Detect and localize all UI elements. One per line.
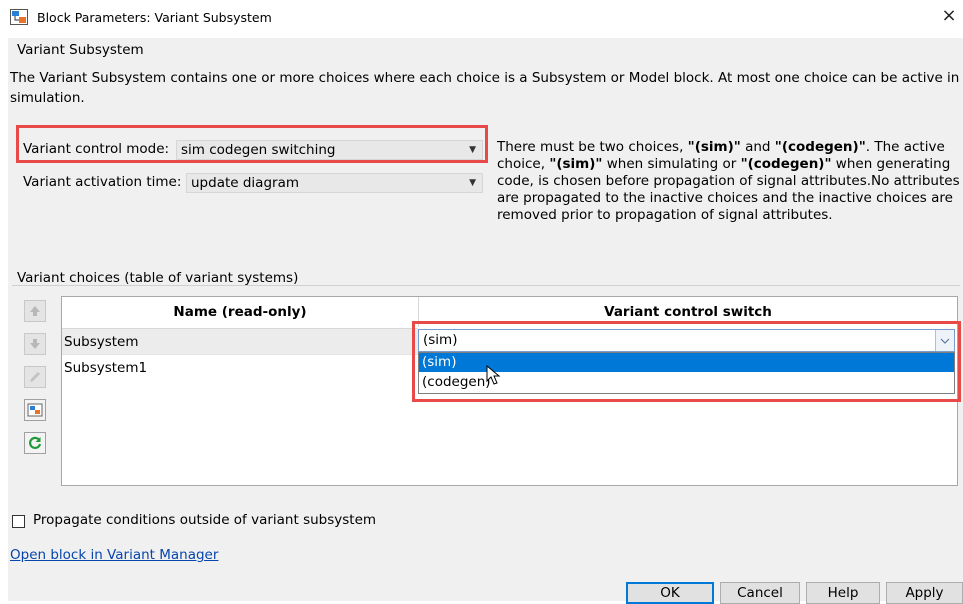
- propagate-conditions-checkbox[interactable]: [12, 515, 25, 528]
- window-title: Block Parameters: Variant Subsystem: [37, 10, 272, 25]
- divider: [12, 285, 960, 286]
- variant-manager-link[interactable]: Open block in Variant Manager: [10, 547, 218, 563]
- propagate-conditions-label[interactable]: Propagate conditions outside of variant …: [33, 512, 376, 528]
- table-row-name[interactable]: Subsystem: [62, 328, 418, 354]
- column-header-name[interactable]: Name (read-only): [62, 297, 419, 327]
- group-description: The Variant Subsystem contains one or mo…: [10, 70, 960, 106]
- choices-title: Variant choices (table of variant system…: [17, 270, 299, 286]
- move-down-icon: [30, 339, 40, 349]
- add-subsystem-button[interactable]: [24, 399, 46, 421]
- highlight-box-control-switch: [412, 321, 961, 402]
- mode-info-text: There must be two choices, "(sim)" and "…: [497, 139, 960, 223]
- move-up-button[interactable]: [24, 300, 46, 322]
- variant-activation-time-select[interactable]: update diagram ▼: [186, 173, 483, 193]
- edit-button[interactable]: [24, 366, 46, 388]
- move-down-button[interactable]: [24, 333, 46, 355]
- add-subsystem-icon: [27, 403, 43, 417]
- refresh-icon: [29, 436, 42, 449]
- move-up-icon: [30, 306, 40, 316]
- highlight-box-control-mode: [16, 125, 488, 163]
- table-row-name[interactable]: Subsystem1: [62, 354, 418, 380]
- variant-activation-time-label: Variant activation time:: [23, 174, 182, 190]
- edit-icon: [30, 372, 40, 382]
- group-title: Variant Subsystem: [17, 42, 144, 58]
- variant-activation-time-value: update diagram: [191, 175, 299, 191]
- chevron-down-icon: ▼: [469, 178, 476, 188]
- refresh-button[interactable]: [24, 432, 46, 454]
- close-icon[interactable]: ×: [938, 4, 960, 28]
- simulink-block-icon: [10, 9, 28, 25]
